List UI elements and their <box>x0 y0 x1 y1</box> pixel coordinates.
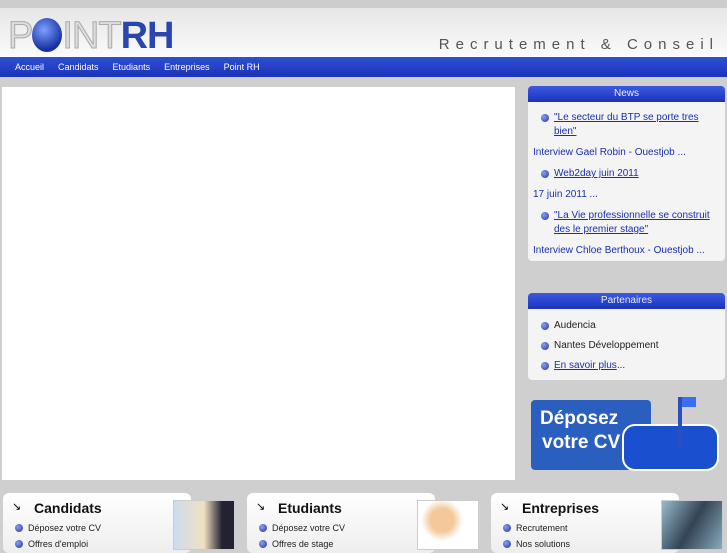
news-subtitle: 17 juin 2011 ... <box>533 189 598 200</box>
card-candidats: ↘ Candidats Déposez votre CV Offres d'em… <box>3 493 235 553</box>
bullet-icon <box>541 342 549 350</box>
news-subtitle: Interview Chloe Berthoux - Ouestjob ... <box>533 245 705 256</box>
card-link[interactable]: Nos solutions <box>503 539 570 549</box>
entreprises-photo <box>661 500 723 550</box>
bullet-icon <box>503 540 511 548</box>
main-content-area <box>2 87 515 480</box>
etudiants-photo <box>417 500 479 550</box>
partner-item: En savoir plus ... <box>528 356 725 376</box>
card-link[interactable]: Recrutement <box>503 523 568 533</box>
main-nav: Accueil Candidats Etudiants Entreprises … <box>0 56 727 77</box>
bullet-icon <box>541 170 549 178</box>
bullet-icon <box>259 540 267 548</box>
bullet-icon <box>541 362 549 370</box>
news-box: News "Le secteur du BTP se porte tres bi… <box>528 86 725 261</box>
nav-point-rh[interactable]: Point RH <box>217 57 267 77</box>
bullet-icon <box>541 212 549 220</box>
nav-etudiants[interactable]: Etudiants <box>106 57 158 77</box>
card-etudiants: ↘ Etudiants Déposez votre CV Offres de s… <box>247 493 479 553</box>
partner-item: Nantes Développement <box>528 336 725 356</box>
top-strip <box>0 0 727 8</box>
nav-accueil[interactable]: Accueil <box>8 57 51 77</box>
candidats-photo <box>173 500 235 550</box>
bullet-icon <box>15 524 23 532</box>
card-link[interactable]: Déposez votre CV <box>259 523 345 533</box>
bullet-icon <box>503 524 511 532</box>
cv-banner-line2: votre CV <box>542 432 621 453</box>
bullet-icon <box>259 524 267 532</box>
nav-entreprises[interactable]: Entreprises <box>157 57 217 77</box>
news-item: "La Vie professionnelle se construit des… <box>528 206 725 240</box>
card-entreprises: ↘ Entreprises Recrutement Nos solutions <box>491 493 723 553</box>
partner-item: Audencia <box>528 316 725 336</box>
bullet-icon <box>541 114 549 122</box>
bullet-icon <box>541 322 549 330</box>
header: P INTRH Recrutement & Conseil <box>0 8 727 57</box>
arrow-icon: ↘ <box>12 501 22 513</box>
partners-title: Partenaires <box>528 293 725 309</box>
card-title: Etudiants <box>278 500 342 516</box>
card-link[interactable]: Offres d'emploi <box>15 539 88 549</box>
news-item: Web2day juin 2011 <box>528 164 725 184</box>
card-title: Candidats <box>34 500 102 516</box>
card-link[interactable]: Déposez votre CV <box>15 523 101 533</box>
news-title: News <box>528 86 725 102</box>
logo[interactable]: P INTRH <box>7 16 174 57</box>
deposit-cv-banner[interactable]: Déposez votre CV <box>528 395 725 475</box>
bullet-icon <box>15 540 23 548</box>
tagline: Recrutement & Conseil <box>438 36 719 53</box>
cv-banner-line1: Déposez <box>540 408 619 429</box>
nav-candidats[interactable]: Candidats <box>51 57 106 77</box>
card-link[interactable]: Offres de stage <box>259 539 333 549</box>
arrow-icon: ↘ <box>500 501 510 513</box>
arrow-icon: ↘ <box>256 501 266 513</box>
partners-box: Partenaires Audencia Nantes Développemen… <box>528 293 725 380</box>
card-title: Entreprises <box>522 500 600 516</box>
logo-globe-icon <box>32 18 63 52</box>
news-subtitle: Interview Gael Robin - Ouestjob ... <box>533 147 686 158</box>
news-item: "Le secteur du BTP se porte tres bien" <box>528 108 725 142</box>
